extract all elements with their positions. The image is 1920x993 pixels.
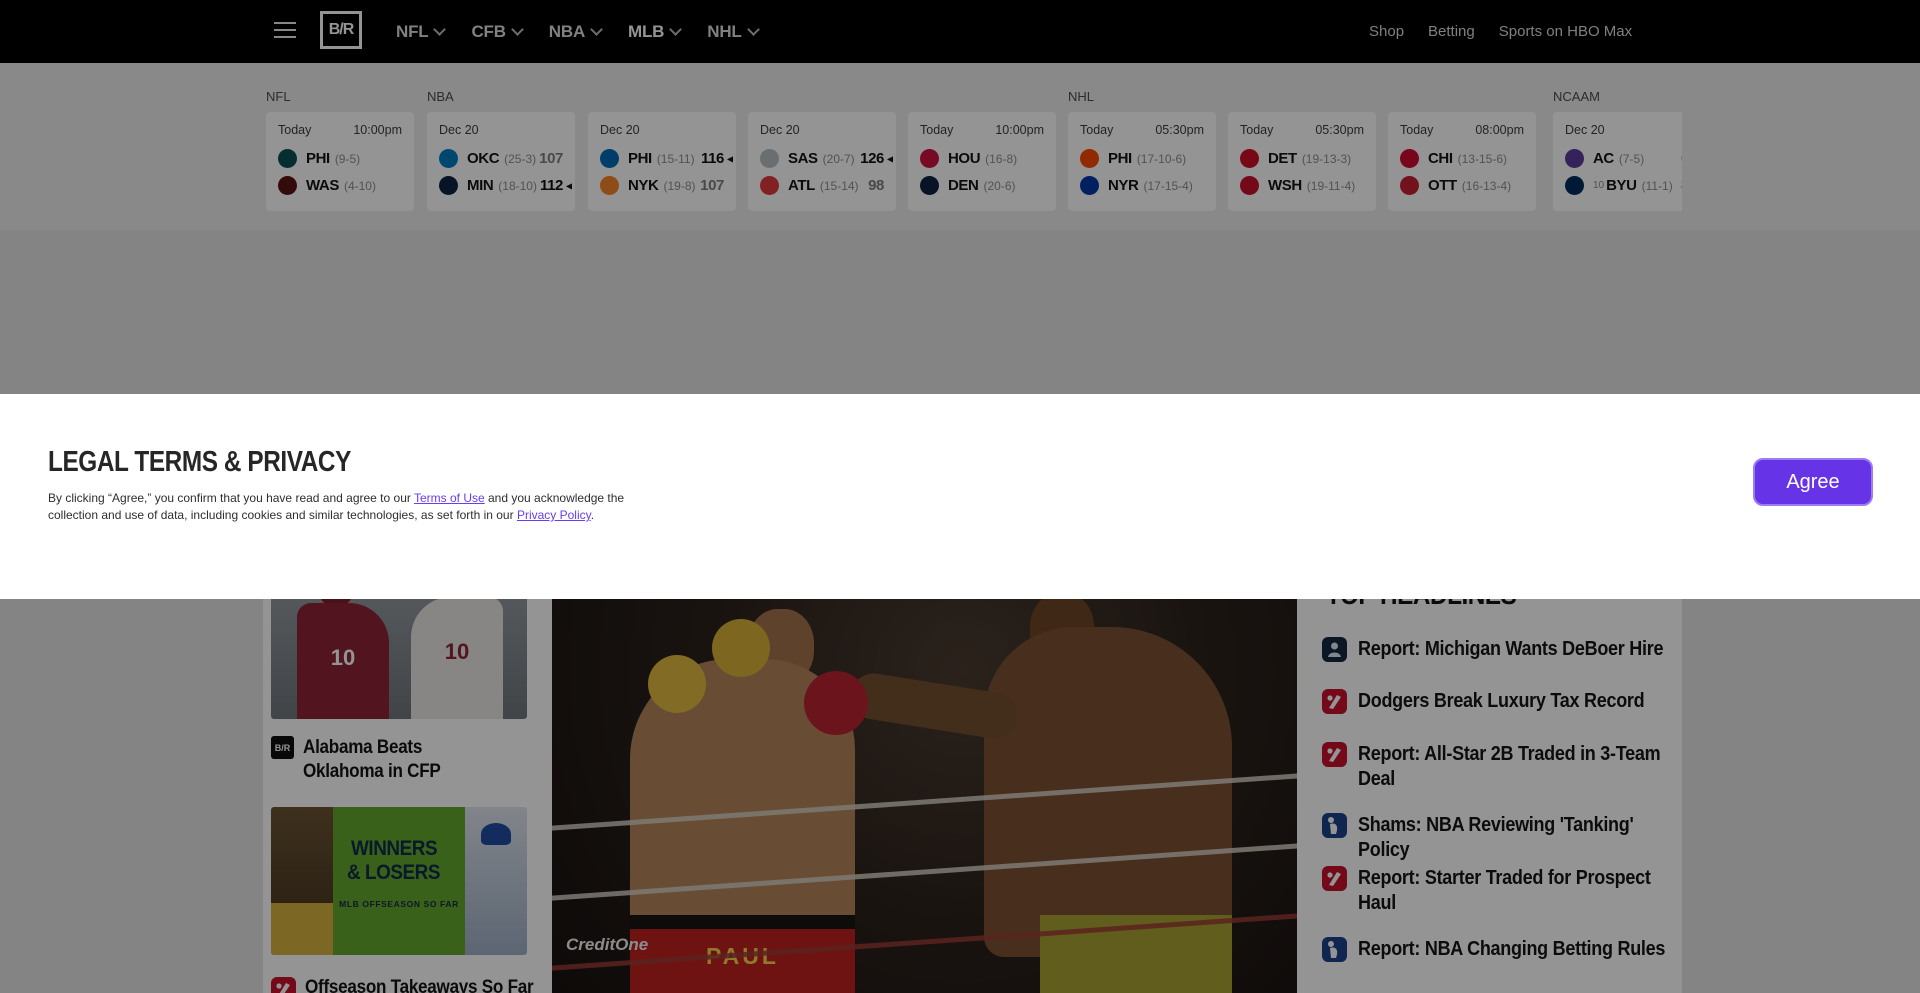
consent-dialog: LEGAL TERMS & PRIVACY By clicking “Agree… [0,394,1920,599]
privacy-policy-link[interactable]: Privacy Policy [517,508,591,522]
terms-of-use-link[interactable]: Terms of Use [414,491,485,505]
consent-text: . [591,508,594,522]
consent-dialog-body: By clicking “Agree,” you confirm that yo… [48,490,624,524]
consent-text: collection and use of data, including co… [48,508,517,522]
consent-body-line: collection and use of data, including co… [48,507,624,524]
consent-body-line: By clicking “Agree,” you confirm that yo… [48,490,624,507]
consent-text: and you acknowledge the [485,491,624,505]
consent-text: By clicking “Agree,” you confirm that yo… [48,491,414,505]
agree-button[interactable]: Agree [1753,458,1873,506]
consent-dialog-title: LEGAL TERMS & PRIVACY [48,446,351,479]
bleacher-report-page: B/R NFL CFB NBA MLB NHL Shop Betting Spo… [0,0,1920,993]
